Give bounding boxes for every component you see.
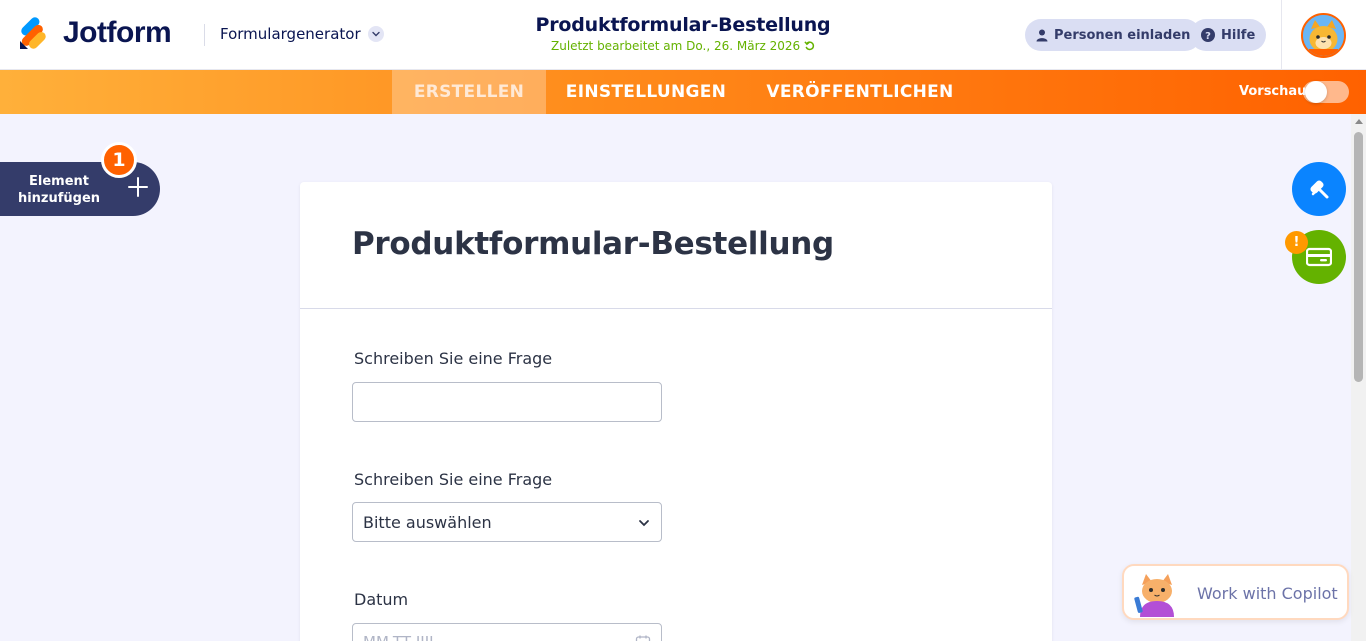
paint-roller-icon — [1310, 180, 1329, 199]
help-label: Hilfe — [1221, 27, 1256, 43]
form-heading-divider — [300, 308, 1052, 309]
chevron-down-icon — [637, 515, 651, 534]
tab-veroeffentlichen[interactable]: VERÖFFENTLICHEN — [756, 70, 964, 114]
invite-label: Personen einladen — [1054, 27, 1191, 43]
add-element-label: Element hinzufügen — [17, 174, 101, 206]
chevron-down-icon — [367, 26, 384, 42]
tab-erstellen[interactable]: ERSTELLEN — [392, 70, 546, 114]
page-scrollbar[interactable] — [1351, 114, 1366, 641]
payment-warning-badge: ! — [1285, 231, 1308, 254]
jotform-logo[interactable]: Jotform — [18, 16, 172, 50]
dropdown-value: Bitte auswählen — [363, 513, 492, 532]
preview-label: Vorschau — [1239, 84, 1307, 99]
help-button[interactable]: ? Hilfe — [1190, 19, 1267, 51]
header-divider — [204, 24, 205, 46]
jotform-logo-icon — [18, 17, 48, 49]
last-edited-status: Zuletzt bearbeitet am Do., 26. März 2026 — [500, 39, 866, 53]
preview-toggle[interactable] — [1303, 81, 1349, 103]
calendar-icon[interactable] — [635, 634, 651, 641]
form-designer-button[interactable] — [1292, 162, 1346, 216]
builder-label: Formulargenerator — [220, 25, 361, 43]
field-3-label[interactable]: Datum — [354, 590, 408, 609]
short-text-input[interactable] — [352, 382, 662, 422]
scrollbar-thumb[interactable] — [1354, 132, 1363, 382]
payment-card-icon — [1306, 247, 1332, 267]
field-1-label[interactable]: Schreiben Sie eine Frage — [354, 349, 552, 368]
svg-text:?: ? — [1205, 31, 1211, 42]
tab-einstellungen[interactable]: EINSTELLUNGEN — [556, 70, 736, 114]
refresh-icon[interactable] — [804, 39, 815, 53]
logo-text: Jotform — [63, 16, 172, 49]
scroll-up-arrow-icon[interactable] — [1355, 119, 1363, 124]
toggle-knob — [1305, 81, 1327, 103]
form-card: Produktformular-Bestellung Schreiben Sie… — [300, 182, 1052, 641]
copilot-cat-icon — [1132, 571, 1182, 617]
header-divider-right — [1281, 0, 1282, 70]
date-placeholder: MM-TT-JJJJ — [363, 633, 434, 641]
avatar-icon — [1303, 15, 1344, 56]
person-icon — [1036, 29, 1048, 41]
invite-people-button[interactable]: Personen einladen — [1025, 19, 1202, 51]
help-icon: ? — [1201, 28, 1215, 42]
form-heading[interactable]: Produktformular-Bestellung — [352, 226, 834, 262]
form-title-area: Produktformular-Bestellung Zuletzt bearb… — [500, 14, 866, 53]
add-element-badge: 1 — [101, 142, 137, 178]
top-header: Jotform Formulargenerator Produktformula… — [0, 0, 1366, 70]
dropdown-select[interactable]: Bitte auswählen — [352, 502, 662, 542]
field-2-label[interactable]: Schreiben Sie eine Frage — [354, 470, 552, 489]
avatar[interactable] — [1301, 13, 1346, 58]
copilot-label: Work with Copilot — [1197, 584, 1338, 603]
page-title[interactable]: Produktformular-Bestellung — [500, 14, 866, 36]
copilot-button[interactable]: Work with Copilot — [1122, 564, 1349, 620]
add-element-button[interactable]: Element hinzufügen — [0, 162, 160, 216]
last-edited-text: Zuletzt bearbeitet am Do., 26. März 2026 — [551, 39, 801, 53]
builder-nav: ERSTELLEN EINSTELLUNGEN VERÖFFENTLICHEN … — [0, 70, 1366, 114]
builder-dropdown[interactable]: Formulargenerator — [220, 25, 384, 43]
plus-icon — [127, 175, 149, 203]
date-input[interactable]: MM-TT-JJJJ — [352, 623, 662, 641]
